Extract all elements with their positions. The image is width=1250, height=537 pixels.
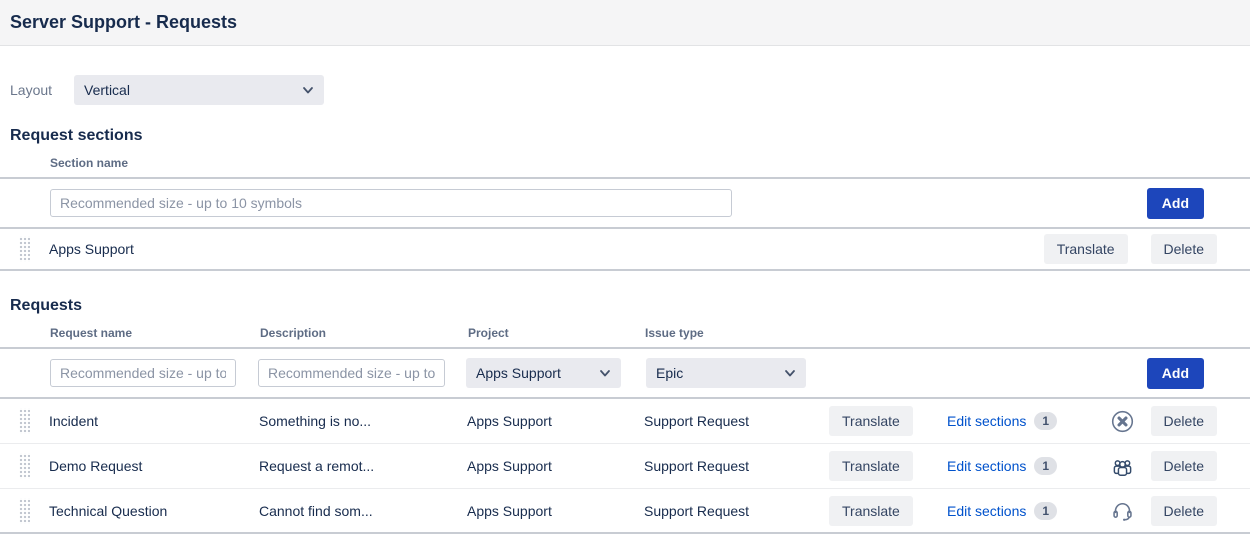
page-title: Server Support - Requests bbox=[10, 12, 237, 33]
requests-column-headers: Request name Description Project Issue t… bbox=[0, 326, 1250, 347]
request-issue-type: Support Request bbox=[644, 503, 829, 519]
section-name-input[interactable] bbox=[50, 189, 732, 217]
layout-select[interactable]: Vertical bbox=[74, 75, 324, 105]
requests-heading: Requests bbox=[0, 297, 1250, 315]
section-name: Apps Support bbox=[49, 241, 134, 257]
add-request-button[interactable]: Add bbox=[1147, 358, 1204, 389]
add-section-row: Add bbox=[0, 177, 1250, 229]
edit-sections-link[interactable]: Edit sections bbox=[947, 503, 1026, 519]
headset-icon bbox=[1110, 498, 1135, 523]
column-header-request-name: Request name bbox=[50, 326, 260, 340]
request-description: Request a remot... bbox=[259, 458, 467, 474]
request-project: Apps Support bbox=[467, 413, 644, 429]
drag-handle-icon[interactable] bbox=[19, 408, 30, 434]
section-row-apps-support: Apps Support Translate Delete bbox=[0, 229, 1250, 271]
translate-request-button[interactable]: Translate bbox=[829, 496, 913, 526]
request-issue-type: Support Request bbox=[644, 413, 829, 429]
layout-label: Layout bbox=[10, 82, 52, 98]
request-project: Apps Support bbox=[467, 458, 644, 474]
translate-request-button[interactable]: Translate bbox=[829, 451, 913, 481]
request-issue-type: Support Request bbox=[644, 458, 829, 474]
sections-count-badge: 1 bbox=[1034, 412, 1057, 430]
sections-count-badge: 1 bbox=[1034, 457, 1057, 475]
column-header-issue-type: Issue type bbox=[645, 326, 830, 340]
delete-section-button[interactable]: Delete bbox=[1151, 234, 1217, 264]
translate-section-button[interactable]: Translate bbox=[1044, 234, 1128, 264]
project-select[interactable]: Apps Support bbox=[466, 358, 621, 388]
request-name: Incident bbox=[49, 413, 259, 429]
delete-request-button[interactable]: Delete bbox=[1151, 451, 1217, 481]
column-header-project: Project bbox=[468, 326, 645, 340]
column-header-description: Description bbox=[260, 326, 468, 340]
project-select-value: Apps Support bbox=[476, 365, 561, 381]
issue-type-select[interactable]: Epic bbox=[646, 358, 806, 388]
chevron-down-icon bbox=[598, 366, 612, 380]
request-description: Something is no... bbox=[259, 413, 467, 429]
chevron-down-icon bbox=[783, 366, 797, 380]
add-request-row: Apps Support Epic Add bbox=[0, 347, 1250, 399]
request-row-incident: Incident Something is no... Apps Support… bbox=[0, 399, 1250, 444]
chevron-down-icon bbox=[301, 83, 315, 97]
error-cross-circle-icon bbox=[1110, 409, 1135, 434]
translate-request-button[interactable]: Translate bbox=[829, 406, 913, 436]
drag-handle-icon[interactable] bbox=[19, 236, 30, 262]
delete-request-button[interactable]: Delete bbox=[1151, 406, 1217, 436]
people-group-icon bbox=[1110, 454, 1135, 479]
add-section-button[interactable]: Add bbox=[1147, 188, 1204, 219]
drag-handle-icon[interactable] bbox=[19, 453, 30, 479]
delete-request-button[interactable]: Delete bbox=[1151, 496, 1217, 526]
request-name: Demo Request bbox=[49, 458, 259, 474]
page-header: Server Support - Requests bbox=[0, 0, 1250, 46]
edit-sections-link[interactable]: Edit sections bbox=[947, 458, 1026, 474]
request-name-input[interactable] bbox=[50, 359, 236, 387]
layout-row: Layout Vertical bbox=[0, 75, 1250, 105]
request-sections-heading: Request sections bbox=[0, 127, 1250, 145]
sections-count-badge: 1 bbox=[1034, 502, 1057, 520]
issue-type-select-value: Epic bbox=[656, 365, 683, 381]
request-row-demo-request: Demo Request Request a remot... Apps Sup… bbox=[0, 444, 1250, 489]
request-row-technical-question: Technical Question Cannot find som... Ap… bbox=[0, 489, 1250, 534]
drag-handle-icon[interactable] bbox=[19, 498, 30, 524]
request-description: Cannot find som... bbox=[259, 503, 467, 519]
request-sections-column-headers: Section name bbox=[0, 156, 1250, 177]
edit-sections-link[interactable]: Edit sections bbox=[947, 413, 1026, 429]
column-header-section-name: Section name bbox=[50, 156, 128, 170]
request-project: Apps Support bbox=[467, 503, 644, 519]
request-description-input[interactable] bbox=[258, 359, 445, 387]
request-name: Technical Question bbox=[49, 503, 259, 519]
layout-select-value: Vertical bbox=[84, 82, 130, 98]
